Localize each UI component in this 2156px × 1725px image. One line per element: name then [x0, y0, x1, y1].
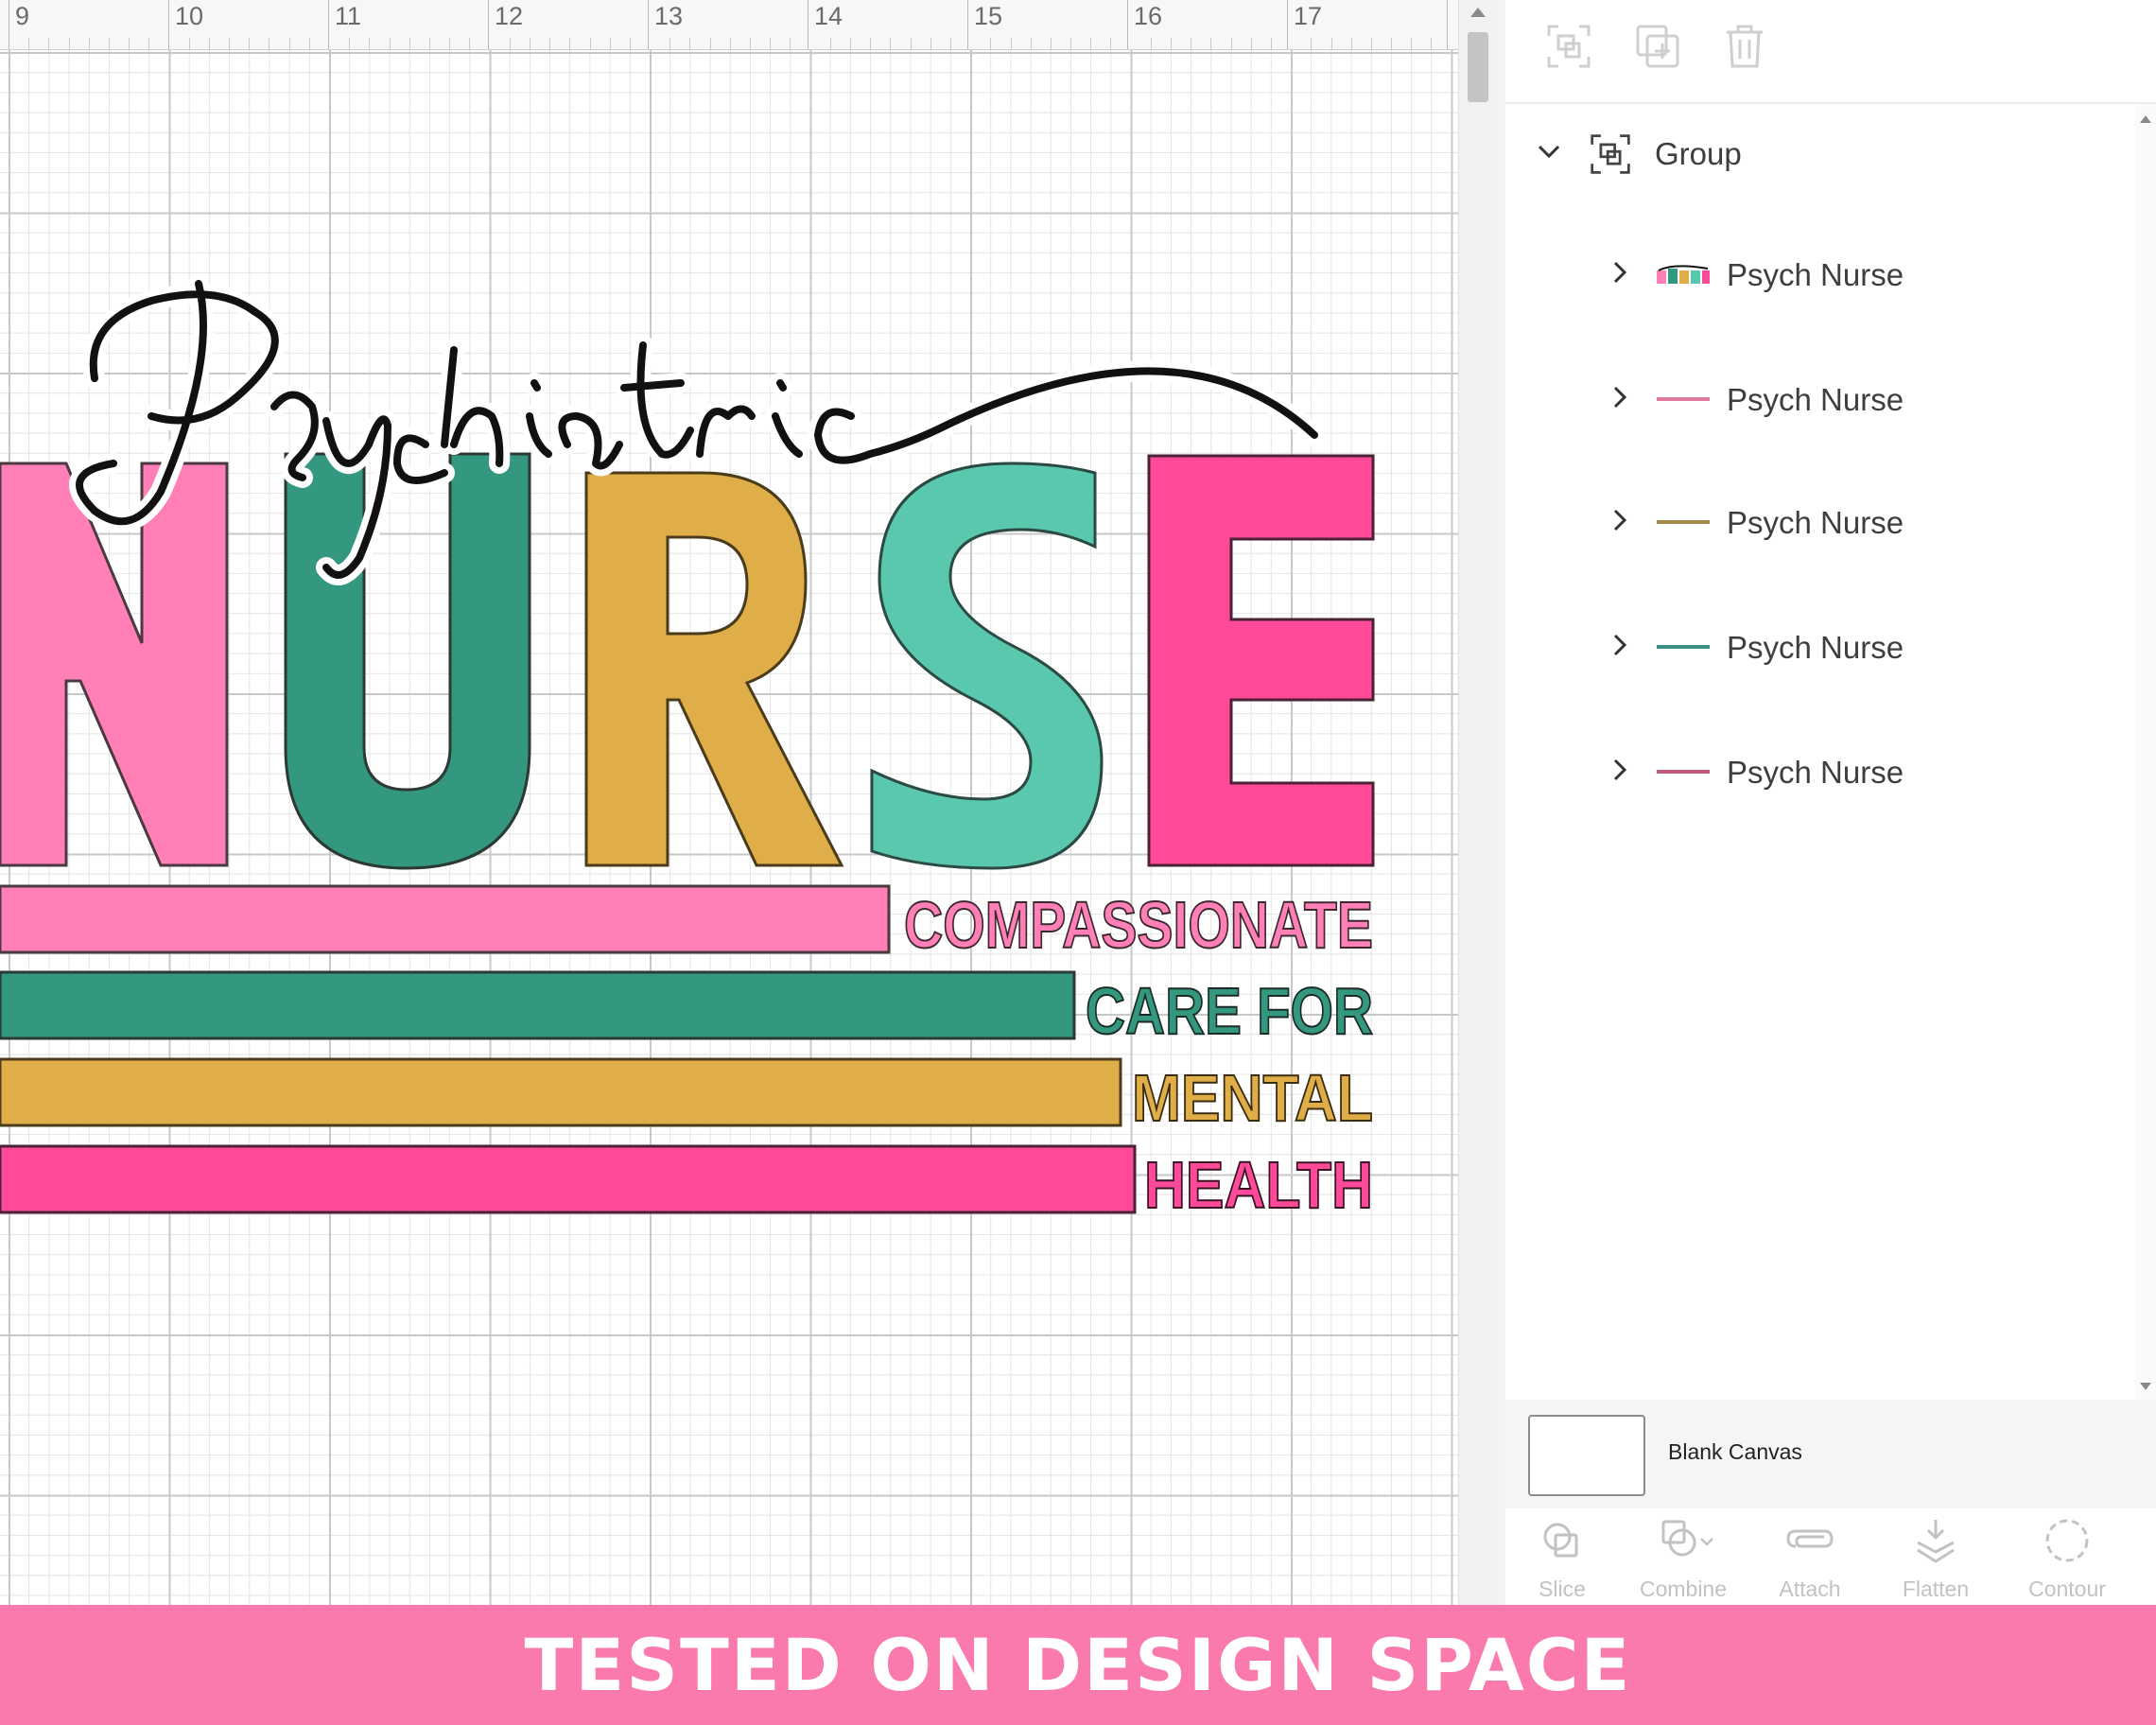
- flatten-label: Flatten: [1902, 1577, 1970, 1601]
- line-compassionate: COMPASSIONATE: [904, 888, 1373, 962]
- flatten-icon: [1917, 1520, 1955, 1563]
- line-care-for: CARE FOR: [1086, 974, 1373, 1048]
- letter-u: [284, 452, 531, 870]
- letter-r: [584, 471, 844, 867]
- psych-nurse-artwork[interactable]: COMPASSIONATE CARE FOR MENTAL HEALTH: [0, 0, 1458, 1605]
- blank-canvas-label: Blank Canvas: [1668, 1439, 1802, 1464]
- contour-icon: [2045, 1519, 2089, 1562]
- slice-icon: [1543, 1523, 1578, 1558]
- flatten-button[interactable]: Flatten: [1879, 1510, 1992, 1605]
- letter-e: [1147, 454, 1375, 867]
- chevron-right-icon[interactable]: [1611, 259, 1628, 286]
- layer-group-label: Group: [1655, 136, 1742, 171]
- stripe-teal: [0, 970, 1076, 1040]
- contour-button[interactable]: Contour: [2010, 1510, 2124, 1605]
- layer-thumbnail-icon: [1657, 520, 1710, 524]
- slice-label: Slice: [1539, 1577, 1586, 1601]
- group-icon[interactable]: [1545, 23, 1592, 70]
- chevron-down-icon[interactable]: [1537, 144, 1561, 161]
- stripe-hotpink: [0, 1144, 1137, 1214]
- attach-label: Attach: [1779, 1577, 1841, 1601]
- scroll-up-icon[interactable]: [1470, 8, 1486, 17]
- layer-item[interactable]: Psych Nurse: [1505, 484, 2135, 569]
- panel-divider: [1496, 0, 1505, 1605]
- chevron-right-icon[interactable]: [1611, 384, 1628, 410]
- scrollbar-thumb[interactable]: [1468, 32, 1488, 102]
- combine-label: Combine: [1639, 1577, 1728, 1601]
- combine-button[interactable]: Combine: [1626, 1510, 1740, 1605]
- letter-s: [870, 462, 1104, 870]
- layer-group-row[interactable]: Group: [1505, 110, 2135, 195]
- line-health: HEALTH: [1144, 1148, 1373, 1222]
- layer-item[interactable]: Psych Nurse: [1505, 235, 2135, 320]
- layer-item[interactable]: Psych Nurse: [1505, 734, 2135, 819]
- canvas-swatch[interactable]: [1528, 1415, 1645, 1496]
- layers-panel: Group Psych Nurse Psych Nurse Psych Nurs…: [1505, 0, 2156, 1605]
- attach-button[interactable]: Attach: [1753, 1510, 1867, 1605]
- layer-item-label: Psych Nurse: [1727, 257, 1904, 292]
- attach-icon: [1786, 1529, 1834, 1548]
- layer-thumbnail-icon: [1657, 265, 1710, 284]
- chevron-right-icon[interactable]: [1611, 632, 1628, 658]
- layer-item[interactable]: Psych Nurse: [1505, 359, 2135, 444]
- design-canvas[interactable]: 9 10 11 12 13 14 15 16 17 COMPASSIONATE …: [0, 0, 1458, 1605]
- layer-item-label: Psych Nurse: [1727, 382, 1904, 417]
- layers-list: Group Psych Nurse Psych Nurse Psych Nurs…: [1505, 104, 2135, 1400]
- banner-text: TESTED ON DESIGN SPACE: [524, 1623, 1632, 1707]
- delete-icon[interactable]: [1721, 23, 1768, 70]
- layer-item-label: Psych Nurse: [1727, 630, 1904, 665]
- chevron-right-icon[interactable]: [1611, 507, 1628, 533]
- layers-toolbar: [1505, 0, 2156, 104]
- combine-icon: [1661, 1520, 1713, 1557]
- contour-label: Contour: [2028, 1577, 2106, 1601]
- slice-button[interactable]: Slice: [1505, 1510, 1619, 1605]
- blank-canvas-row[interactable]: Blank Canvas: [1505, 1400, 2156, 1508]
- layer-item-label: Psych Nurse: [1727, 505, 1904, 540]
- canvas-vertical-scrollbar[interactable]: [1458, 0, 1497, 1605]
- scroll-up-icon[interactable]: [2140, 115, 2151, 123]
- bottom-tools: Slice Combine Attach Flatten Contour: [1505, 1510, 2156, 1605]
- stripe-mustard: [0, 1057, 1122, 1127]
- line-mental: MENTAL: [1132, 1061, 1373, 1135]
- layers-scrollbar[interactable]: [2135, 104, 2156, 1400]
- layer-thumbnail-icon: [1657, 645, 1710, 649]
- chevron-right-icon[interactable]: [1611, 757, 1628, 783]
- layer-thumbnail-icon: [1657, 770, 1710, 774]
- duplicate-icon[interactable]: [1634, 23, 1681, 70]
- promo-banner: TESTED ON DESIGN SPACE: [0, 1605, 2156, 1725]
- layer-item-label: Psych Nurse: [1727, 755, 1904, 790]
- stripe-pink: [0, 884, 891, 954]
- layer-thumbnail-icon: [1657, 397, 1710, 401]
- group-icon: [1591, 134, 1630, 174]
- layer-item[interactable]: Psych Nurse: [1505, 609, 2135, 694]
- scroll-down-icon[interactable]: [2140, 1383, 2151, 1390]
